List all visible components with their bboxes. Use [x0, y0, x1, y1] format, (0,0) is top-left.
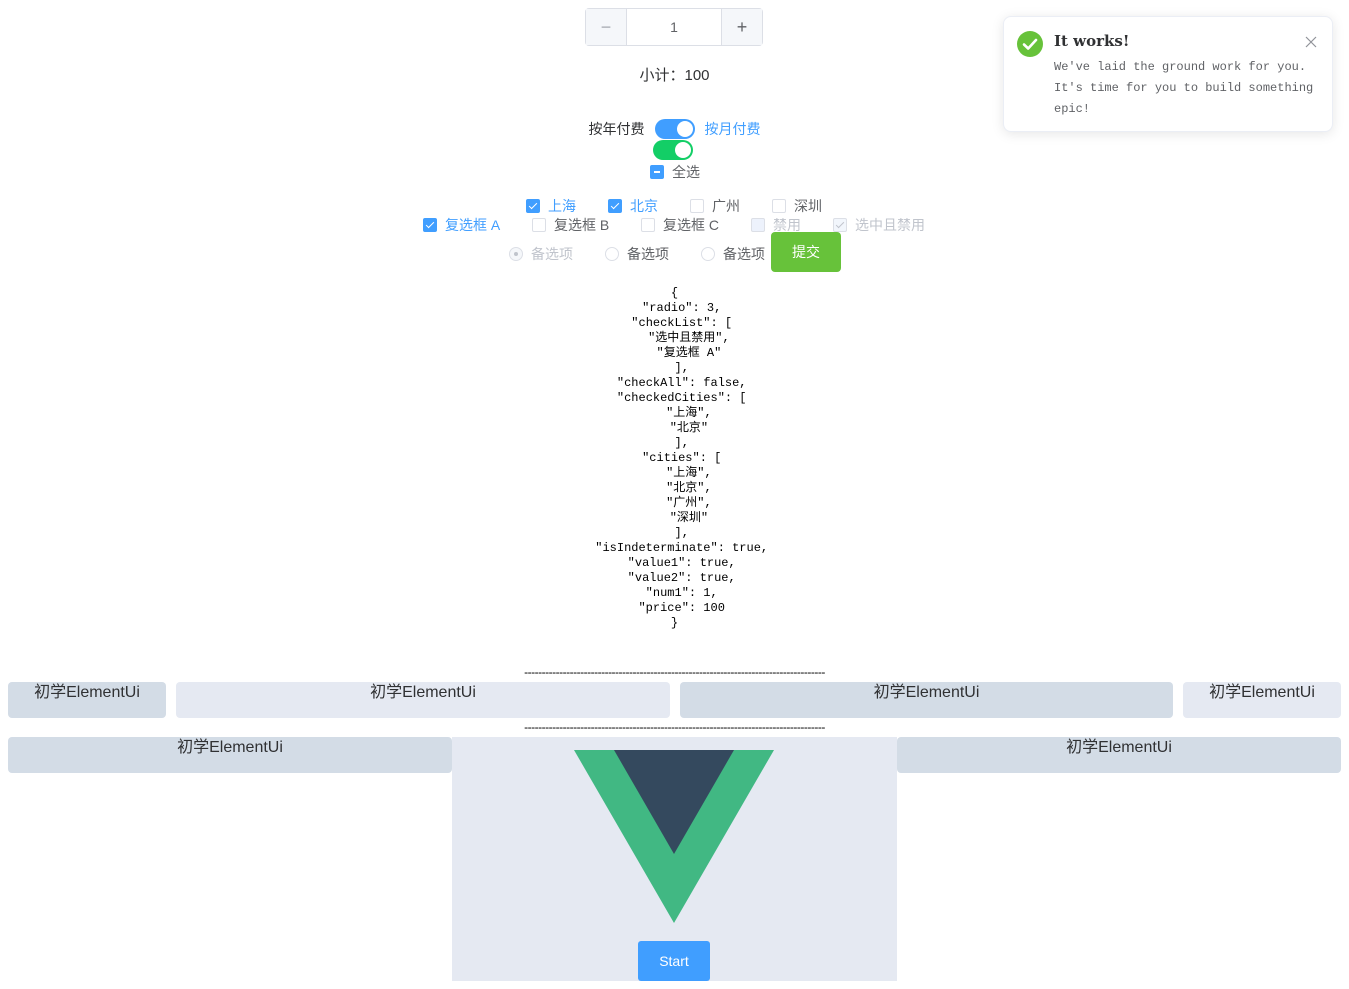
grid-cell: 初学ElementUi [8, 737, 452, 773]
radio-option-2[interactable]: 备选项 [605, 244, 669, 264]
grid-cell: 初学ElementUi [1183, 682, 1341, 718]
divider-line: ----------------------------------------… [524, 665, 825, 679]
radio-option-1: 备选项 [509, 244, 573, 264]
quantity-stepper[interactable]: − 1 + [585, 8, 763, 46]
checkbox-checked-disabled: 选中且禁用 [833, 215, 925, 235]
notification-message: We've laid the ground work for you. It's… [1054, 60, 1314, 116]
quantity-input[interactable]: 1 [627, 9, 721, 45]
notification-title: It works! [1054, 32, 1130, 50]
city-checkbox-shenzhen[interactable]: 深圳 [772, 196, 822, 216]
decrease-button[interactable]: − [586, 9, 627, 45]
city-checkbox-guangzhou[interactable]: 广州 [690, 196, 740, 216]
success-check-icon [1017, 31, 1043, 57]
grid-cell: 初学ElementUi [680, 682, 1173, 718]
notification-toast: It works! We've laid the ground work for… [1003, 16, 1333, 132]
checkbox-c[interactable]: 复选框 C [641, 215, 719, 235]
switch-inactive-label: 按年付费 [588, 121, 645, 137]
radio-option-3[interactable]: 备选项 [701, 244, 765, 264]
divider-line: ----------------------------------------… [524, 720, 825, 734]
check-all-label: 全选 [672, 164, 700, 180]
city-checkbox-beijing[interactable]: 北京 [608, 196, 658, 216]
city-checkbox-shanghai[interactable]: 上海 [526, 196, 576, 216]
start-button[interactable]: Start [638, 941, 710, 981]
payment-toggle[interactable] [654, 119, 695, 139]
grid-cell: 初学ElementUi [176, 682, 670, 718]
state-json-dump: { "radio": 3, "checkList": [ "选中且禁用", "复… [595, 286, 769, 630]
grid-cell: 初学ElementUi [8, 682, 166, 718]
secondary-toggle[interactable] [653, 140, 693, 160]
checkbox-a[interactable]: 复选框 A [423, 215, 500, 235]
check-all-checkbox[interactable]: 全选 [650, 162, 700, 182]
switch-active-label: 按月付费 [704, 121, 761, 137]
grid-cell: 初学ElementUi [897, 737, 1341, 773]
submit-button[interactable]: 提交 [771, 232, 841, 272]
close-icon[interactable] [1304, 35, 1318, 49]
checkbox-b[interactable]: 复选框 B [532, 215, 609, 235]
indeterminate-box [650, 165, 664, 179]
increase-button[interactable]: + [721, 9, 762, 45]
